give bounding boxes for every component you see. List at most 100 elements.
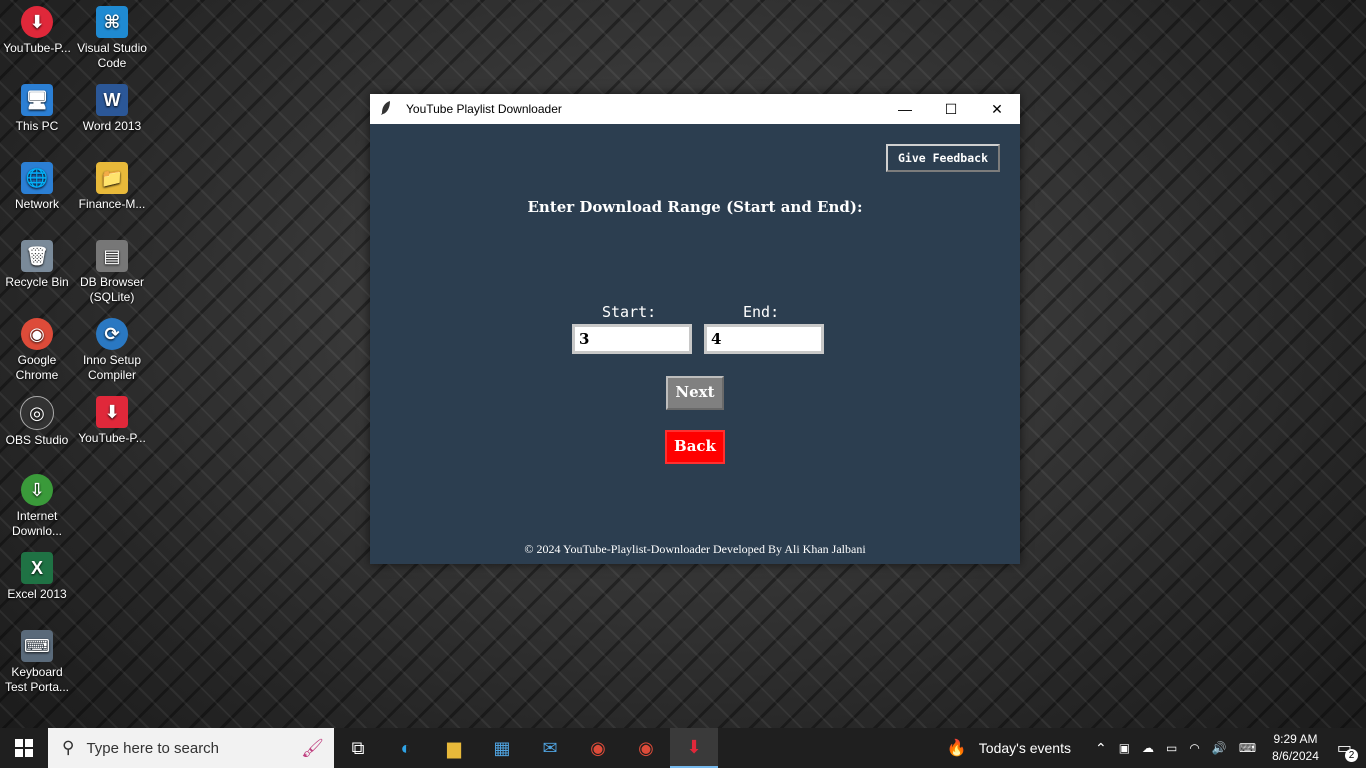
clock[interactable]: 9:29 AM 8/6/2024	[1272, 731, 1319, 765]
window-title: YouTube Playlist Downloader	[406, 102, 562, 116]
taskbar-chrome[interactable]: ◉	[574, 728, 622, 768]
desktop-icon-label: Word 2013	[82, 119, 142, 133]
taskbar-chrome-profile[interactable]: ◉	[622, 728, 670, 768]
mail-icon: ✉	[542, 737, 558, 758]
search-placeholder: Type here to search	[86, 739, 220, 757]
wifi-icon[interactable]: ◠	[1189, 741, 1199, 755]
taskbar-search-box[interactable]: ⚲ Type here to search 🖌	[48, 728, 334, 768]
desktop-icon-idm[interactable]: ⇩ Internet Downlo...	[0, 474, 74, 539]
news-widget[interactable]: Today's events	[979, 740, 1071, 756]
start-input[interactable]: 3	[572, 324, 692, 354]
start-label: Start:	[602, 303, 657, 321]
desktop-icon-this-pc[interactable]: 🖥 This PC	[0, 84, 74, 134]
range-heading: Enter Download Range (Start and End):	[527, 198, 863, 216]
close-button[interactable]: ✕	[974, 94, 1020, 124]
keyboard-icon: ⌨	[21, 630, 53, 662]
desktop-icon-word[interactable]: W Word 2013	[75, 84, 149, 134]
keyboard-icon[interactable]: ⌨	[1239, 741, 1256, 755]
chrome-icon: ◉	[21, 318, 53, 350]
title-bar[interactable]: YouTube Playlist Downloader — ☐ ✕	[370, 94, 1020, 124]
feather-icon	[380, 100, 396, 118]
desktop-icon-label: Keyboard Test Porta...	[4, 665, 70, 694]
desktop-icon-label: Network	[14, 197, 59, 211]
task-view-button[interactable]: ⧉	[334, 728, 382, 768]
youtube-downloader-icon: ⬇	[686, 736, 702, 757]
network-icon: 🌐	[21, 162, 53, 194]
desktop-icon-label: YouTube-P...	[3, 41, 71, 55]
chrome-icon: ◉	[638, 737, 654, 758]
back-button[interactable]: Back	[665, 430, 725, 464]
inno-setup-icon: ⟳	[96, 318, 128, 350]
edge-icon: ◐	[400, 737, 412, 758]
desktop-icon-label: Excel 2013	[7, 587, 67, 601]
internet-download-manager-icon: ⇩	[21, 474, 53, 506]
store-icon: ▦	[493, 737, 511, 758]
notification-count: 2	[1345, 749, 1358, 762]
desktop-icon-label: Inno Setup Compiler	[82, 353, 142, 382]
notifications-button[interactable]: ▭ 2	[1337, 738, 1358, 762]
end-input[interactable]: 4	[704, 324, 824, 354]
taskbar-edge[interactable]: ◐	[382, 728, 430, 768]
desktop-icon-youtube-downloader-2[interactable]: ⬇ YouTube-P...	[75, 396, 149, 446]
desktop-icon-keyboard-test[interactable]: ⌨ Keyboard Test Porta...	[0, 630, 74, 695]
clock-time: 9:29 AM	[1273, 732, 1318, 746]
app-window: YouTube Playlist Downloader — ☐ ✕ Give F…	[370, 94, 1020, 564]
desktop-icon-excel[interactable]: X Excel 2013	[0, 552, 74, 602]
search-icon: ⚲	[62, 738, 75, 757]
volume-icon[interactable]: 🔊	[1212, 741, 1227, 755]
desktop-icon-finance[interactable]: 📁 Finance-M...	[75, 162, 149, 212]
excel-icon: X	[21, 552, 53, 584]
computer-icon: 🖥	[21, 84, 53, 116]
camera-icon[interactable]: ▣	[1119, 741, 1130, 755]
taskbar-mail[interactable]: ✉	[526, 728, 574, 768]
desktop-icon-recycle-bin[interactable]: 🗑 Recycle Bin	[0, 240, 74, 290]
vscode-icon: ⌘	[96, 6, 128, 38]
desktop-icon-label: YouTube-P...	[78, 431, 146, 445]
clock-date: 8/6/2024	[1272, 749, 1319, 763]
app-content: Give Feedback Enter Download Range (Star…	[370, 124, 1020, 564]
cloud-icon[interactable]: ☁	[1142, 741, 1154, 755]
weather-icon: 🔥	[946, 740, 967, 757]
next-button[interactable]: Next	[666, 376, 724, 410]
desktop-icon-obs[interactable]: ◎ OBS Studio	[0, 396, 74, 448]
desktop-icon-label: OBS Studio	[5, 433, 69, 447]
minimize-button[interactable]: —	[882, 94, 928, 124]
maximize-button[interactable]: ☐	[928, 94, 974, 124]
desktop-icon-label: Recycle Bin	[5, 275, 69, 289]
taskbar: ⚲ Type here to search 🖌 ⧉ ◐ ▆ ▦ ✉ ◉ ◉ ⬇ …	[0, 728, 1366, 768]
desktop-icon-label: Finance-M...	[78, 197, 146, 211]
desktop-icon-label: DB Browser (SQLite)	[79, 275, 144, 304]
desktop-icon-label: Visual Studio Code	[77, 41, 147, 70]
give-feedback-button[interactable]: Give Feedback	[885, 144, 1000, 172]
obs-icon: ◎	[20, 396, 54, 430]
desktop-icon-label: This PC	[15, 119, 59, 133]
desktop-icon-chrome[interactable]: ◉ Google Chrome	[0, 318, 74, 383]
desktop-icon-vscode[interactable]: ⌘ Visual Studio Code	[75, 6, 149, 71]
desktop-icon-network[interactable]: 🌐 Network	[0, 162, 74, 212]
taskbar-store[interactable]: ▦	[478, 728, 526, 768]
recycle-bin-icon: 🗑	[21, 240, 53, 272]
desktop-icon-inno-setup[interactable]: ⟳ Inno Setup Compiler	[75, 318, 149, 383]
end-label: End:	[743, 303, 780, 321]
system-tray: 🔥 Today's events ⌃ ▣ ☁ ▭ ◠ 🔊 ⌨ 9:29 AM 8…	[941, 728, 1366, 768]
desktop-icon-label: Internet Downlo...	[11, 509, 63, 538]
desktop-icon-label: Google Chrome	[15, 353, 59, 382]
chevron-up-icon[interactable]: ⌃	[1095, 740, 1107, 757]
copyright-footer: © 2024 YouTube-Playlist-Downloader Devel…	[524, 542, 866, 556]
desktop-icon-youtube-downloader[interactable]: ⬇ YouTube-P...	[0, 6, 74, 56]
word-icon: W	[96, 84, 128, 116]
taskbar-youtube-downloader[interactable]: ⬇	[670, 728, 718, 768]
task-view-icon: ⧉	[351, 737, 365, 758]
chrome-icon: ◉	[590, 737, 606, 758]
paintbrush-icon: 🖌	[301, 737, 324, 758]
youtube-downloader-icon: ⬇	[96, 396, 128, 428]
start-button[interactable]	[0, 728, 48, 768]
folder-icon: 📁	[96, 162, 128, 194]
folder-icon: ▆	[447, 737, 461, 758]
database-icon: ▤	[96, 240, 128, 272]
windows-icon	[15, 739, 33, 757]
desktop-icon-db-browser[interactable]: ▤ DB Browser (SQLite)	[75, 240, 149, 305]
youtube-downloader-icon: ⬇	[21, 6, 53, 38]
taskbar-file-explorer[interactable]: ▆	[430, 728, 478, 768]
battery-icon[interactable]: ▭	[1166, 741, 1177, 755]
